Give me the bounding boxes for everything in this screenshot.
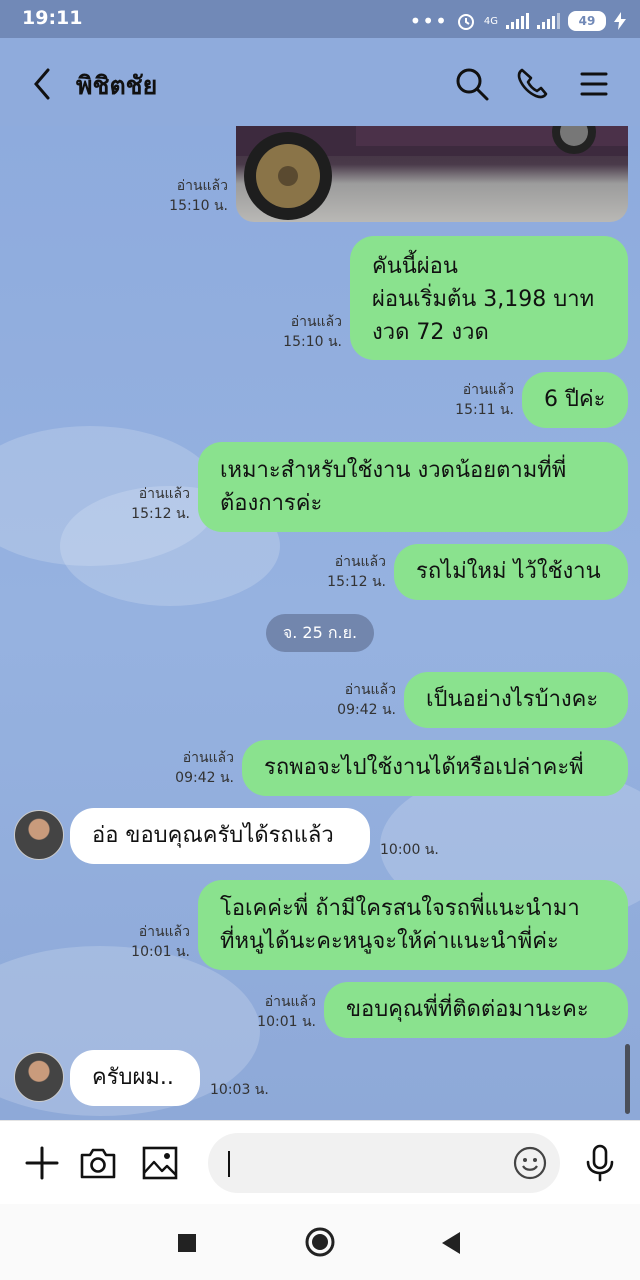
message-meta: อ่านแล้ว 15:10 น. — [150, 176, 228, 216]
message-text: ต้องการค่ะ — [220, 491, 323, 516]
message-time: 10:01 น. — [257, 1014, 316, 1030]
sent-message[interactable]: รถไม่ใหม่ ไว้ใช้งาน — [394, 544, 628, 600]
contact-avatar[interactable] — [14, 810, 64, 860]
phone-icon[interactable] — [512, 64, 552, 104]
message-time: 15:12 น. — [327, 574, 386, 590]
received-message[interactable]: ครับผม.. — [70, 1050, 200, 1106]
message-text: ครับผม.. — [92, 1065, 174, 1090]
message-text: ที่หนูได้นะคะหนูจะให้ค่าแนะนำพี่ค่ะ — [220, 929, 559, 954]
message-meta: อ่านแล้ว 15:12 น. — [110, 484, 190, 524]
sent-message[interactable]: เหมาะสำหรับใช้งาน งวดน้อยตามที่พี่ ต้องก… — [198, 442, 628, 532]
message-text: เป็นอย่างไรบ้างคะ — [426, 687, 599, 712]
chat-header: พิชิตชัย — [0, 38, 640, 126]
message-time: 10:03 น. — [210, 1082, 269, 1098]
read-status: อ่านแล้ว — [138, 924, 190, 940]
status-time: 19:11 — [22, 7, 83, 29]
message-text: รถไม่ใหม่ ไว้ใช้งาน — [416, 559, 601, 584]
recents-icon[interactable] — [176, 1232, 198, 1254]
message-text: อ่อ ขอบคุณครับได้รถแล้ว — [92, 823, 334, 848]
message-input-bar — [0, 1120, 640, 1205]
sent-message[interactable]: 6 ปีค่ะ — [522, 372, 628, 428]
signal-icon — [506, 13, 529, 29]
message-text: 6 ปีค่ะ — [544, 387, 606, 412]
search-icon[interactable] — [452, 64, 492, 104]
message-time: 15:12 น. — [131, 506, 190, 522]
chat-area[interactable]: อ่านแล้ว 15:10 น. อ่านแล้ว 15:10 น. คันน… — [0, 126, 640, 1120]
signal-icon-2 — [537, 13, 560, 29]
message-time: 09:42 น. — [175, 770, 234, 786]
message-meta: อ่านแล้ว 09:42 น. — [154, 748, 234, 788]
read-status: อ่านแล้ว — [264, 994, 316, 1010]
status-bar: 19:11 ••• 4G 49 — [0, 0, 640, 38]
message-time: 10:00 น. — [380, 842, 439, 858]
contact-name[interactable]: พิชิตชัย — [76, 66, 157, 106]
date-separator: จ. 25 ก.ย. — [266, 614, 374, 652]
sent-message[interactable]: รถพอจะไปใช้งานได้หรือเปล่าคะพี่ — [242, 740, 628, 796]
battery-indicator: 49 — [568, 11, 606, 31]
message-text: โอเคค่ะพี่ ถ้ามีใครสนใจรถพี่แนะนำมา — [220, 896, 580, 921]
message-meta: อ่านแล้ว 15:12 น. — [306, 552, 386, 592]
read-status: อ่านแล้ว — [176, 178, 228, 194]
back-arrow-icon[interactable] — [28, 64, 58, 104]
sent-message[interactable]: โอเคค่ะพี่ ถ้ามีใครสนใจรถพี่แนะนำมา ที่ห… — [198, 880, 628, 970]
sent-message[interactable]: คันนี้ผ่อน ผ่อนเริ่มต้น 3,198 บาท งวด 72… — [350, 236, 628, 360]
contact-avatar[interactable] — [14, 1052, 64, 1102]
read-status: อ่านแล้ว — [334, 554, 386, 570]
message-text: คันนี้ผ่อน — [372, 254, 458, 279]
emoji-icon[interactable] — [512, 1145, 548, 1181]
microphone-icon[interactable] — [580, 1143, 620, 1183]
message-meta: อ่านแล้ว 09:42 น. — [316, 680, 396, 720]
message-meta: อ่านแล้ว 15:10 น. — [262, 312, 342, 352]
car-wheel-image — [236, 126, 628, 220]
car-photo[interactable] — [236, 126, 628, 222]
message-text: ขอบคุณพี่ที่ติดต่อมานะคะ — [346, 997, 589, 1022]
message-meta: อ่านแล้ว 10:01 น. — [110, 922, 190, 962]
read-status: อ่านแล้ว — [138, 486, 190, 502]
read-status: อ่านแล้ว — [344, 682, 396, 698]
more-dots-icon: ••• — [409, 9, 448, 33]
message-time: 15:10 น. — [283, 334, 342, 350]
android-nav-bar — [0, 1204, 640, 1280]
chat-scrollbar[interactable] — [625, 1044, 630, 1114]
menu-icon[interactable] — [574, 64, 614, 104]
sent-message[interactable]: เป็นอย่างไรบ้างคะ — [404, 672, 628, 728]
image-icon[interactable] — [140, 1143, 180, 1183]
network-type: 4G — [483, 15, 498, 27]
read-status: อ่านแล้ว — [182, 750, 234, 766]
message-text: งวด 72 งวด — [372, 320, 489, 345]
message-time: 09:42 น. — [337, 702, 396, 718]
alarm-icon — [457, 14, 474, 30]
message-time: 10:01 น. — [131, 944, 190, 960]
message-input[interactable] — [208, 1133, 560, 1193]
message-meta: อ่านแล้ว 10:01 น. — [236, 992, 316, 1032]
message-time: 15:10 น. — [169, 198, 228, 214]
received-message[interactable]: อ่อ ขอบคุณครับได้รถแล้ว — [70, 808, 370, 864]
message-meta: อ่านแล้ว 15:11 น. — [434, 380, 514, 420]
home-icon[interactable] — [304, 1226, 336, 1258]
message-text: รถพอจะไปใช้งานได้หรือเปล่าคะพี่ — [264, 755, 584, 780]
charging-icon — [614, 12, 626, 30]
message-text: เหมาะสำหรับใช้งาน งวดน้อยตามที่พี่ — [220, 458, 567, 483]
camera-icon[interactable] — [78, 1143, 118, 1183]
status-icons: ••• 4G 49 — [409, 9, 626, 33]
back-nav-icon[interactable] — [440, 1230, 462, 1256]
read-status: อ่านแล้ว — [462, 382, 514, 398]
text-caret — [228, 1151, 230, 1177]
read-status: อ่านแล้ว — [290, 314, 342, 330]
sent-message[interactable]: ขอบคุณพี่ที่ติดต่อมานะคะ — [324, 982, 628, 1038]
message-time: 15:11 น. — [455, 402, 514, 418]
message-text: ผ่อนเริ่มต้น 3,198 บาท — [372, 287, 595, 312]
plus-icon[interactable] — [22, 1143, 62, 1183]
